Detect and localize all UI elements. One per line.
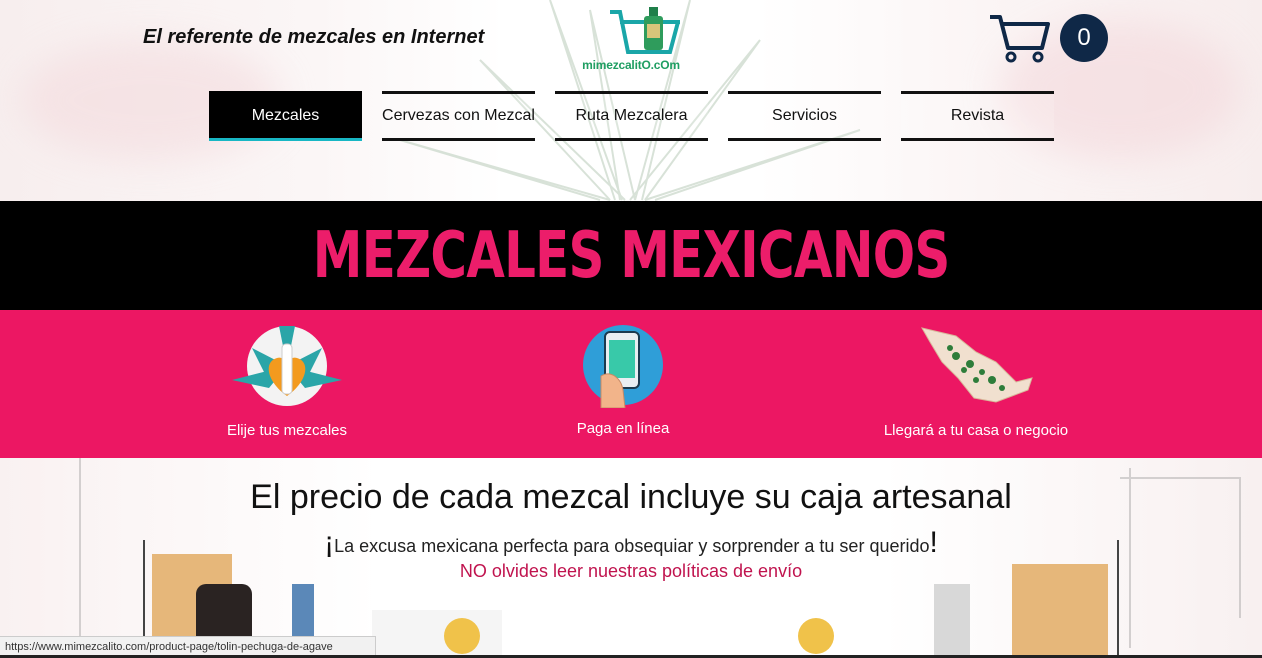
feature-pay-label: Paga en línea (576, 420, 670, 437)
feature-pay: Paga en línea (493, 310, 753, 458)
nav-item-cervezas-con-mezcal[interactable]: Cervezas con Mezcal (382, 91, 535, 141)
nav-item-mezcales[interactable]: Mezcales (209, 91, 362, 141)
feature-choose-label: Elije tus mezcales (226, 422, 348, 439)
basket-bottle-icon (610, 7, 680, 54)
nav-item-servicios[interactable]: Servicios (728, 91, 881, 141)
smartphone-hand-icon (583, 325, 663, 408)
feature-choose: Elije tus mezcales (157, 310, 417, 458)
logo-text: mimezcalitO.cOm (582, 58, 680, 72)
shipping-policy-link[interactable]: NO olvides leer nuestras políticas de en… (0, 561, 1262, 582)
nav-item-ruta-mezcalera[interactable]: Ruta Mezcalera (555, 91, 708, 141)
feature-delivery: Llegará a tu casa o negocio (846, 310, 1106, 458)
promo-subline: ¡La excusa mexicana perfecta para obsequ… (0, 526, 1262, 560)
promo-headline: El precio de cada mezcal incluye su caja… (250, 478, 1012, 516)
mexico-map-icon (920, 327, 1033, 403)
cart-count-badge[interactable]: 0 (1060, 14, 1108, 62)
main-nav: Mezcales Cervezas con Mezcal Ruta Mezcal… (209, 91, 1054, 141)
nav-item-revista[interactable]: Revista (901, 91, 1054, 141)
banner-title: MEZCALES MEXICANOS (312, 218, 951, 293)
site-logo[interactable]: mimezcalitO.cOm (572, 4, 690, 74)
site-tagline: El referente de mezcales en Internet (143, 26, 485, 48)
subline-open-mark: ¡ (324, 526, 335, 559)
cart-icon[interactable] (988, 12, 1050, 64)
subline-close-mark: ! (929, 526, 938, 559)
header: El referente de mezcales en Internet mim… (0, 0, 1262, 201)
subline-text: La excusa mexicana perfecta para obsequi… (334, 536, 930, 556)
agave-bottle-icon (232, 326, 342, 406)
feature-delivery-label: Llegará a tu casa o negocio (883, 422, 1069, 439)
hero-banner: MEZCALES MEXICANOS (0, 201, 1262, 310)
features-band: Elije tus mezcales Paga en línea Llegará… (0, 310, 1262, 458)
